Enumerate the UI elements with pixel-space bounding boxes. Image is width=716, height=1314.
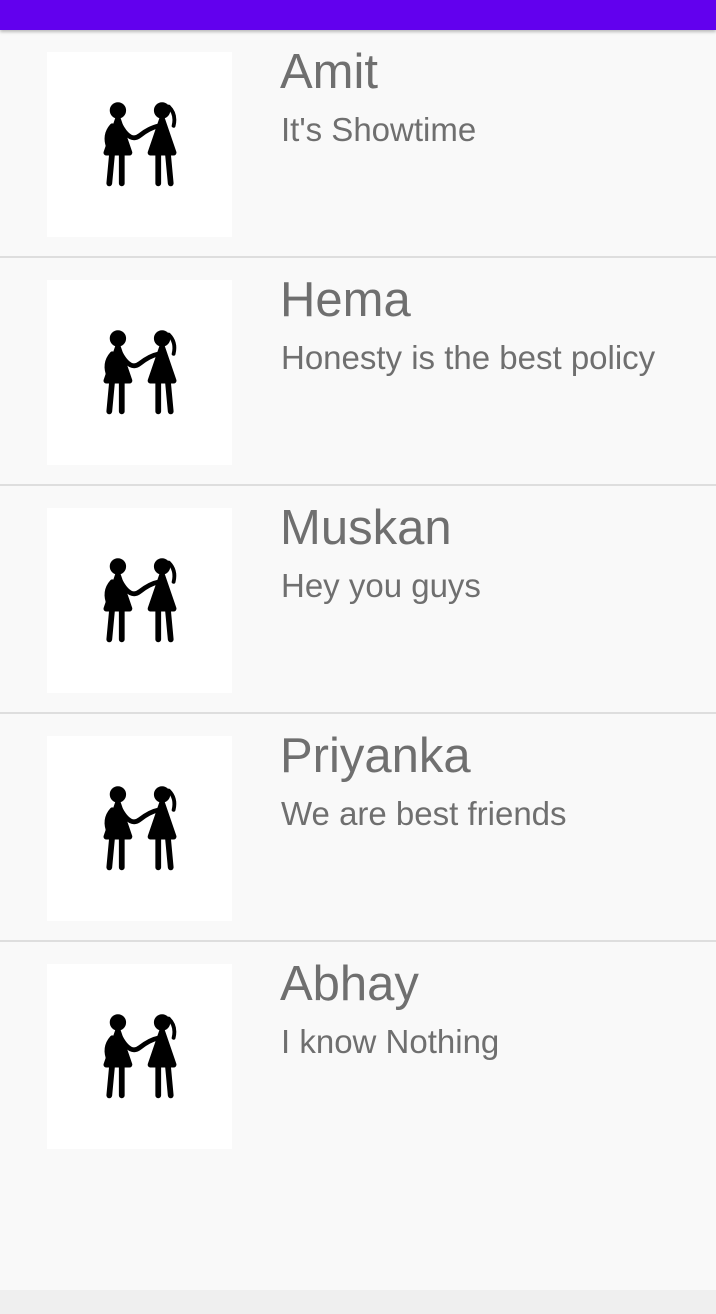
contact-list[interactable]: Amit It's Showtime Hema Honesty is the b… bbox=[0, 30, 716, 1170]
contact-name: Hema bbox=[280, 273, 411, 327]
friends-holding-hands-icon bbox=[103, 101, 176, 186]
avatar bbox=[47, 280, 232, 465]
contact-status: It's Showtime bbox=[281, 111, 477, 148]
contact-name: Amit bbox=[280, 45, 378, 99]
contact-status: We are best friends bbox=[281, 795, 567, 832]
list-item[interactable]: Amit It's Showtime bbox=[0, 30, 716, 258]
list-item[interactable]: Priyanka We are best friends bbox=[0, 714, 716, 942]
friends-holding-hands-icon bbox=[103, 329, 176, 414]
friends-holding-hands-icon bbox=[103, 557, 176, 642]
list-item[interactable]: Abhay I know Nothing bbox=[0, 942, 716, 1170]
contact-status: Hey you guys bbox=[281, 567, 481, 604]
avatar bbox=[47, 736, 232, 921]
list-item[interactable]: Hema Honesty is the best policy bbox=[0, 258, 716, 486]
friends-holding-hands-icon bbox=[103, 1013, 176, 1098]
contact-status: I know Nothing bbox=[281, 1023, 500, 1060]
avatar bbox=[47, 964, 232, 1149]
contact-status: Honesty is the best policy bbox=[281, 339, 656, 376]
navigation-bar-edge bbox=[0, 1290, 716, 1314]
contact-name: Muskan bbox=[280, 501, 452, 555]
avatar bbox=[47, 52, 232, 237]
status-bar bbox=[0, 0, 716, 30]
friends-holding-hands-icon bbox=[103, 785, 176, 870]
contact-name: Abhay bbox=[280, 957, 419, 1011]
contact-name: Priyanka bbox=[280, 729, 471, 783]
avatar bbox=[47, 508, 232, 693]
list-item[interactable]: Muskan Hey you guys bbox=[0, 486, 716, 714]
